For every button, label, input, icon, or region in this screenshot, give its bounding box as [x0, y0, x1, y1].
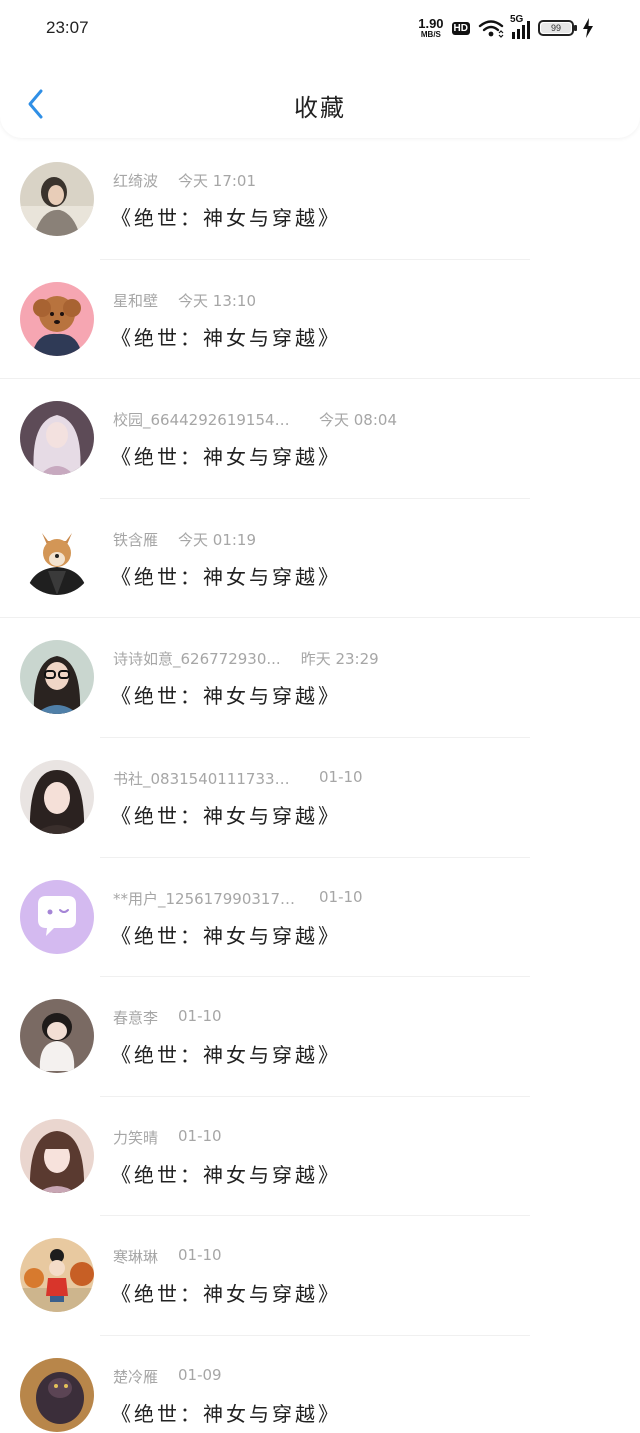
- list-item[interactable]: 铁含雁 今天 01:19 《绝世：神女与穿越》: [0, 499, 640, 619]
- item-title: 《绝世：神女与穿越》: [111, 206, 341, 230]
- wifi-icon: [478, 20, 504, 38]
- avatar: [20, 759, 94, 834]
- list-item[interactable]: 书社_08315401117337881 01-10 《绝世：神女与穿越》: [0, 738, 640, 858]
- user-name: 春意李: [113, 1009, 159, 1028]
- charging-icon: [583, 18, 593, 38]
- list-item[interactable]: 星和壁 今天 13:10 《绝世：神女与穿越》: [0, 260, 640, 380]
- list-item[interactable]: 寒琳琳 01-10 《绝世：神女与穿越》: [0, 1216, 640, 1336]
- network-speed: 1.90 MB/S: [418, 15, 444, 39]
- item-meta: 书社_08315401117337881 01-10: [113, 768, 363, 789]
- user-name: 力笑晴: [113, 1128, 159, 1147]
- item-title: 《绝世：神女与穿越》: [111, 564, 341, 589]
- top-header: 23:07 1.90 MB/S HD 5G 99 收藏: [0, 0, 640, 138]
- item-title: 《绝世：神女与穿越》: [111, 445, 341, 470]
- item-meta: 校园_66442926191543593 今天 08:04: [113, 409, 397, 430]
- item-title: 《绝世：神女与穿越》: [111, 684, 341, 709]
- item-meta: 诗诗如意_626772930... 昨天 23:29: [113, 648, 379, 669]
- status-time: 23:07: [46, 18, 89, 37]
- item-time: 今天 13:10: [178, 291, 257, 310]
- page-title: 收藏: [294, 94, 346, 122]
- user-name: 红绮波: [113, 172, 159, 190]
- avatar: [20, 162, 94, 236]
- item-title: 《绝世：神女与穿越》: [111, 1162, 341, 1187]
- item-title: 《绝世：神女与穿越》: [111, 1401, 341, 1426]
- user-name: 铁含雁: [113, 530, 159, 549]
- battery-level: 99: [550, 23, 561, 33]
- item-time: 01-10: [178, 1246, 222, 1265]
- item-title: 《绝世：神女与穿越》: [111, 803, 341, 828]
- user-name: 星和壁: [113, 291, 159, 310]
- item-title: 《绝世：神女与穿越》: [111, 923, 341, 948]
- item-time: 今天 08:04: [319, 411, 397, 430]
- item-meta: **用户_125617990317249 01-10: [113, 888, 363, 909]
- user-name: 楚冷雁: [113, 1367, 159, 1386]
- item-time: 01-10: [319, 887, 363, 906]
- item-meta: 春意李 01-10: [113, 1007, 222, 1028]
- list-item[interactable]: 楚冷雁 01-09 《绝世：神女与穿越》: [0, 1336, 640, 1433]
- item-title: 《绝世：神女与穿越》: [111, 1043, 341, 1068]
- item-time: 今天 01:19: [178, 530, 257, 549]
- favorites-list: 红绮波 今天 17:01 《绝世：神女与穿越》 星和壁 今天 13:10 《绝世…: [0, 140, 640, 1433]
- cellular-type-label: 5G: [510, 14, 524, 25]
- list-item[interactable]: 校园_66442926191543593 今天 08:04 《绝世：神女与穿越》: [0, 379, 640, 499]
- cellular-signal-icon: 5G: [510, 14, 530, 39]
- network-speed-value: 1.90: [418, 15, 444, 31]
- item-time: 今天 17:01: [178, 172, 257, 190]
- user-name: **用户_125617990317249: [113, 889, 299, 908]
- avatar: [20, 401, 94, 476]
- list-item[interactable]: 力笑晴 01-10 《绝世：神女与穿越》: [0, 1097, 640, 1217]
- item-meta: 力笑晴 01-10: [113, 1127, 222, 1148]
- user-name: 校园_66442926191543593: [113, 411, 299, 430]
- item-time: 01-10: [178, 1126, 222, 1145]
- hd-icon: HD: [451, 21, 470, 35]
- avatar: [20, 879, 94, 954]
- item-time: 昨天 23:29: [300, 650, 379, 669]
- list-item[interactable]: **用户_125617990317249 01-10 《绝世：神女与穿越》: [0, 858, 640, 978]
- item-meta: 红绮波 今天 17:01: [113, 170, 256, 191]
- avatar: [20, 520, 94, 595]
- status-bar: 23:07 1.90 MB/S HD 5G 99: [0, 0, 640, 58]
- item-meta: 寒琳琳 01-10: [113, 1246, 222, 1267]
- item-title: 《绝世：神女与穿越》: [111, 325, 341, 350]
- item-time: 01-10: [178, 1007, 222, 1026]
- item-meta: 铁含雁 今天 01:19: [113, 529, 256, 550]
- item-meta: 星和壁 今天 13:10: [113, 290, 256, 311]
- list-item[interactable]: 红绮波 今天 17:01 《绝世：神女与穿越》: [0, 140, 640, 260]
- avatar: [20, 640, 94, 715]
- battery-icon: 99: [538, 20, 577, 36]
- item-title: 《绝世：神女与穿越》: [111, 1282, 341, 1307]
- user-name: 寒琳琳: [113, 1248, 159, 1267]
- user-name: 书社_08315401117337881: [113, 769, 299, 788]
- user-name: 诗诗如意_626772930...: [113, 650, 281, 669]
- network-speed-unit: MB/S: [420, 29, 441, 39]
- item-meta: 楚冷雁 01-09: [113, 1366, 222, 1387]
- status-icons: 1.90 MB/S HD 5G 99: [418, 14, 594, 40]
- avatar: [20, 999, 94, 1074]
- list-item[interactable]: 春意李 01-10 《绝世：神女与穿越》: [0, 977, 640, 1097]
- avatar: [20, 1357, 94, 1432]
- avatar: [20, 1118, 94, 1193]
- list-item[interactable]: 诗诗如意_626772930... 昨天 23:29 《绝世：神女与穿越》: [0, 618, 640, 738]
- favorites-screen: 23:07 1.90 MB/S HD 5G 99 收藏 红绮波 今天 17:01…: [0, 0, 640, 1433]
- avatar: [20, 1238, 94, 1313]
- avatar: [20, 281, 94, 356]
- item-time: 01-09: [178, 1365, 222, 1384]
- item-time: 01-10: [319, 767, 363, 786]
